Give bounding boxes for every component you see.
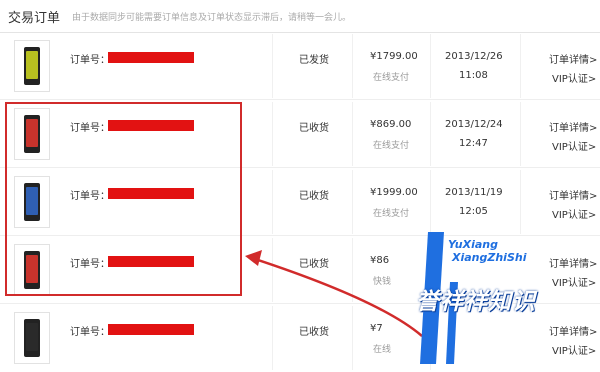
arrow-head	[245, 250, 262, 266]
watermark-pinyin-line1: YuXiang	[448, 238, 498, 251]
watermark-chinese-text: 誉祥祥知识	[416, 289, 536, 315]
arrow-shaft	[251, 256, 423, 337]
watermark-logo: YuXiang XiangZhiShi 誉祥祥知识	[410, 232, 600, 364]
watermark-pinyin-line2: XiangZhiShi	[452, 251, 527, 264]
